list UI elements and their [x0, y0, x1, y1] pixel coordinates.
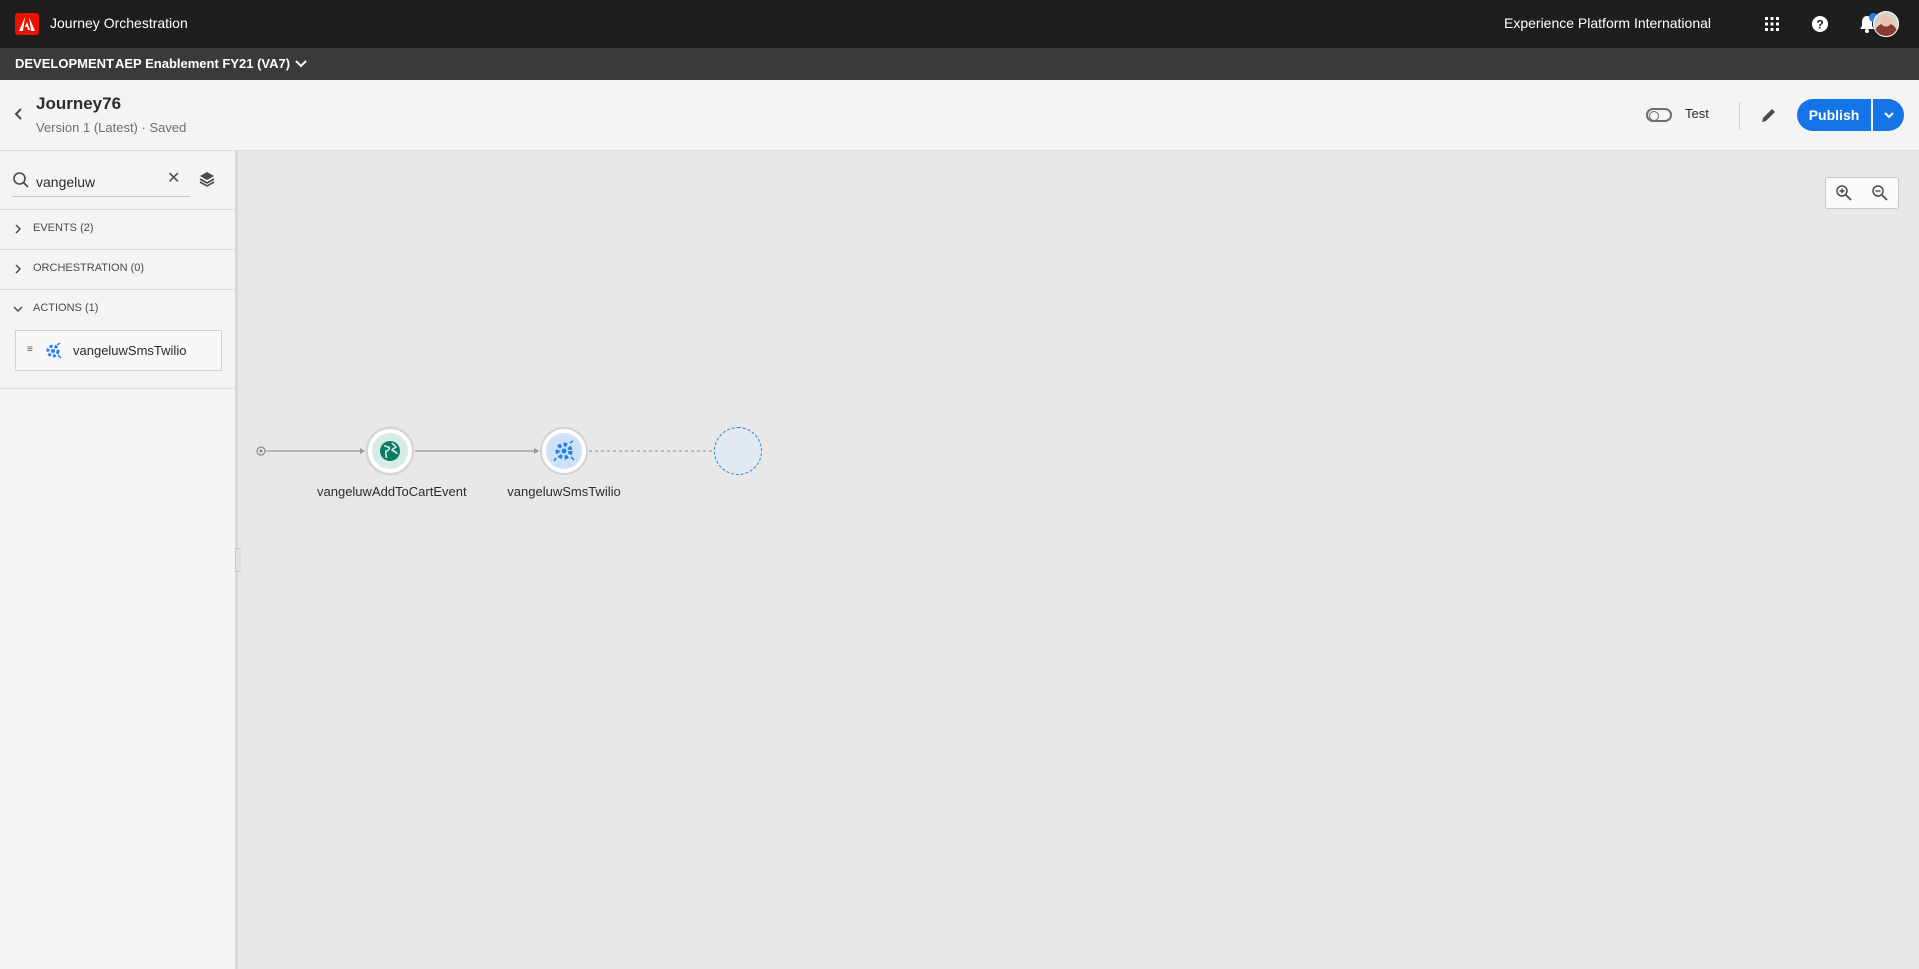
journey-title: Journey76 — [36, 94, 122, 113]
test-mode-label: Test — [1685, 106, 1709, 121]
chevron-right-icon — [15, 264, 22, 274]
zoom-in-button[interactable] — [1826, 178, 1862, 208]
apps-grid-icon[interactable] — [1760, 12, 1784, 36]
action-item-label: vangeluwSmsTwilio — [73, 343, 187, 358]
svg-text:?: ? — [1816, 18, 1823, 32]
help-icon[interactable]: ? — [1808, 12, 1832, 36]
sandbox-bar: DEVELOPMENT AEP Enablement FY21 (VA7) — [0, 48, 1919, 80]
section-label: ORCHESTRATION (0) — [33, 262, 145, 274]
edit-pencil-icon[interactable] — [1759, 105, 1779, 125]
publish-button[interactable]: Publish — [1797, 99, 1871, 131]
journey-node-placeholder[interactable] — [714, 427, 762, 475]
zoom-out-button[interactable] — [1862, 178, 1898, 208]
globe-event-icon — [380, 441, 400, 461]
zoom-controls — [1825, 177, 1899, 209]
adobe-logo[interactable] — [15, 13, 39, 35]
section-label: ACTIONS (1) — [33, 302, 99, 314]
back-arrow-icon[interactable] — [10, 105, 28, 123]
journey-node-action[interactable] — [540, 427, 588, 475]
drag-handle-icon[interactable]: ≡ — [27, 344, 33, 355]
org-switcher[interactable]: Experience Platform International — [1504, 15, 1711, 31]
divider — [1739, 102, 1740, 130]
section-label: EVENTS (2) — [33, 222, 94, 234]
sandbox-name[interactable]: AEP Enablement FY21 (VA7) — [115, 56, 290, 71]
app-title[interactable]: Journey Orchestration — [50, 15, 188, 31]
arrow-icon — [360, 448, 365, 454]
journey-node-event[interactable] — [366, 427, 414, 475]
test-mode-toggle[interactable] — [1646, 108, 1672, 122]
adobe-logo-icon — [19, 17, 35, 31]
divider — [0, 388, 235, 389]
section-actions[interactable]: ACTIONS (1) — [0, 289, 235, 329]
journey-version-status: Version 1 (Latest) · Saved — [36, 120, 187, 135]
chevron-down-icon — [1883, 112, 1894, 119]
top-navigation-bar: Journey Orchestration Experience Platfor… — [0, 0, 1919, 48]
custom-action-icon — [553, 440, 575, 462]
action-item-vangeluwSmsTwilio[interactable]: ≡ vangeluwSmsTwilio — [15, 330, 222, 371]
sandbox-environment: DEVELOPMENT — [15, 56, 114, 71]
chevron-right-icon — [15, 224, 22, 234]
chevron-down-icon — [13, 306, 23, 313]
node-label: vangeluwAddToCartEvent — [317, 484, 467, 499]
layers-icon[interactable] — [198, 170, 216, 188]
chevron-down-icon[interactable] — [292, 54, 310, 72]
clear-search-icon[interactable]: ✕ — [167, 169, 180, 189]
arrow-icon — [534, 448, 539, 454]
section-orchestration[interactable]: ORCHESTRATION (0) — [0, 249, 235, 289]
zoom-out-icon — [1872, 185, 1888, 201]
zoom-in-icon — [1836, 185, 1852, 201]
search-box: ✕ — [12, 165, 190, 197]
journey-header: Journey76 Version 1 (Latest) · Saved Tes… — [0, 80, 1919, 151]
node-label: vangeluwSmsTwilio — [507, 484, 621, 499]
publish-options-button[interactable] — [1873, 99, 1904, 131]
avatar[interactable] — [1873, 11, 1899, 37]
palette-panel: ✕ EVENTS (2) ORCHESTRATION (0) ACTIONS (… — [0, 151, 238, 969]
section-events[interactable]: EVENTS (2) — [0, 209, 235, 249]
custom-action-icon — [46, 342, 62, 359]
search-icon — [13, 172, 29, 188]
search-input[interactable] — [36, 171, 166, 193]
